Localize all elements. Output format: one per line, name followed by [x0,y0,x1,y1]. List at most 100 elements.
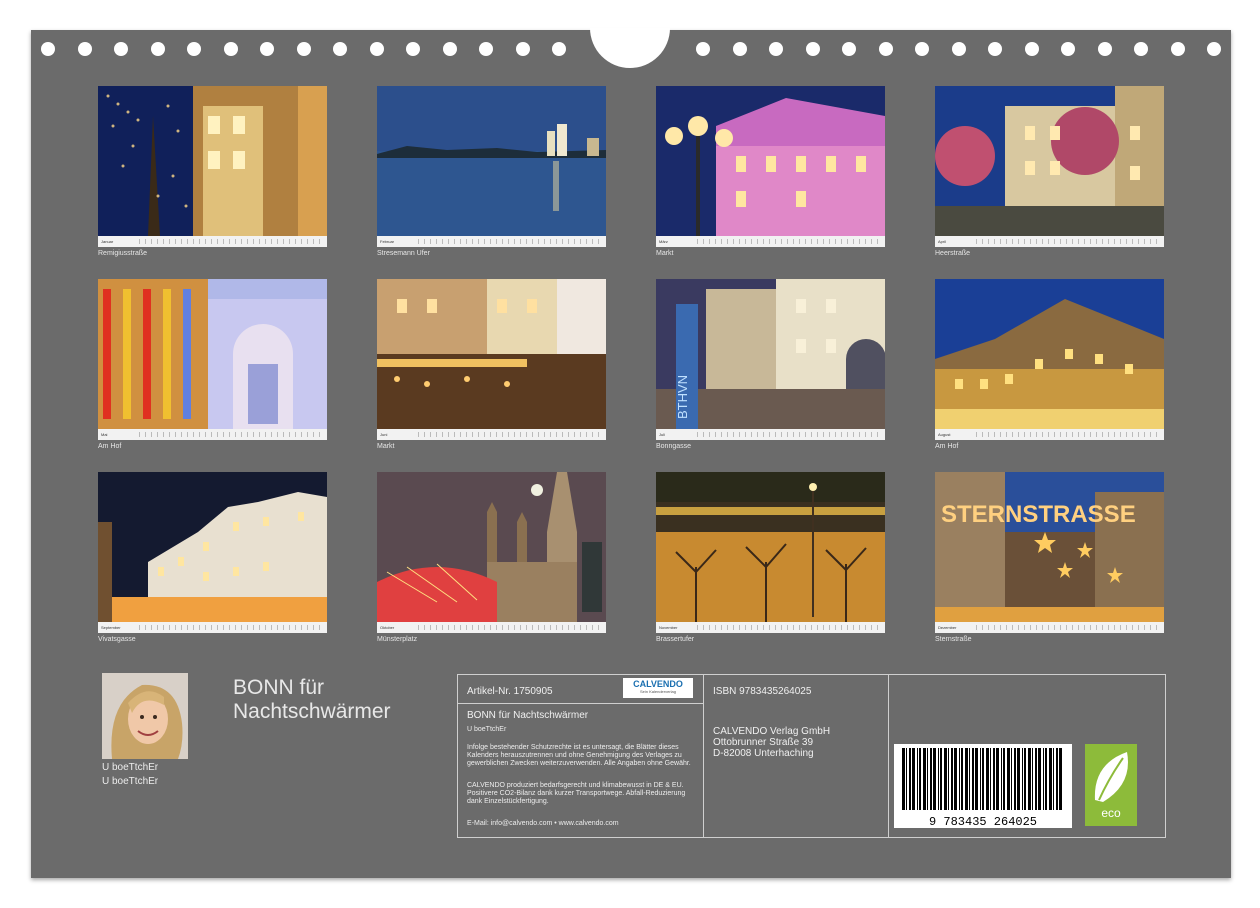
sternstrasse-sign: STERNSTRASSE [941,501,1136,528]
month-label: April [938,239,947,244]
title-line-2: Nachtschwärmer [233,700,391,723]
contact-line: E-Mail: info@calvendo.com • www.calvendo… [467,820,619,827]
barcode: 9 783435 264025 [894,744,1072,829]
caption-march: Markt [656,250,674,257]
binding-hole [41,42,55,56]
binding-hole [260,42,274,56]
calendar-strip: Oktober [377,622,606,633]
photo-stresemann-ufer [377,86,606,236]
calendar-strip: Juni [377,429,606,440]
month-label: Mai [101,432,108,437]
calendar-strip: November [656,622,885,633]
barcode-digits: 9 783435 264025 [928,815,1038,829]
calendar-strip: Juli [656,429,885,440]
month-label: August [938,432,951,437]
binding-hole [552,42,566,56]
binding-hole [369,42,384,56]
calendar-strip: Mai [98,429,327,440]
photo-remigiusstrasse [98,86,327,236]
publisher-city: D-82008 Unterhaching [713,748,814,759]
binding-hole [515,42,530,56]
author-name-secondary: U boeTtchEr [102,776,159,787]
binding-hole [805,42,820,56]
month-label: Juni [380,432,388,437]
thumb-march: März [656,86,885,247]
binding-hole [1024,42,1039,56]
month-label: Januar [101,239,114,244]
binding-hole [915,42,929,56]
caption-june: Markt [377,443,395,450]
calendar-strip: Februar [377,236,606,247]
legal-notice: Infolge bestehender Schutzrechte ist es … [467,744,691,767]
binding-hole [951,42,966,56]
thumb-december: STERNSTRASSE Dezember [935,472,1164,633]
thumb-july: BTHVN Juli [656,279,885,440]
binding-hole [150,42,165,56]
binding-hole [732,42,747,56]
binding-hole [1134,42,1148,56]
author-portrait [102,673,188,759]
binding-hole [406,42,420,56]
photo-vivatsgasse [98,472,327,622]
binding-hole [1061,42,1075,56]
caption-may: Am Hof [98,443,122,450]
month-label: Dezember [938,625,957,630]
photo-markt-rathaus [656,86,885,236]
calvendo-logo: CALVENDO Sein Kalenderverlag [623,678,693,698]
binding-hole [296,42,311,56]
caption-december: Sternstraße [935,636,972,643]
photo-sternstrasse: STERNSTRASSE [935,472,1164,622]
title-line-1: BONN für [233,676,325,699]
thumb-november: November [656,472,885,633]
caption-february: Stresemann Ufer [377,250,430,257]
binding-hole [769,42,783,56]
thumb-february: Februar [377,86,606,247]
month-label: Oktober [380,625,395,630]
binding-hole [878,42,893,56]
photo-muensterplatz [377,472,606,622]
product-title: BONN für Nachtschwärmer [467,710,589,721]
thumb-june: Juni [377,279,606,440]
eco-badge: eco [1085,744,1137,826]
climate-notice: CALVENDO produziert bedarfsgerecht und k… [467,782,686,805]
binding-hole [187,42,201,56]
photo-am-hof-evening [935,279,1164,429]
binding-hole [77,42,92,56]
eco-label: eco [1101,806,1121,820]
month-label: November [659,625,678,630]
binding-hole [442,42,457,56]
caption-january: Remigiusstraße [98,250,148,257]
thumb-may: Mai [98,279,327,440]
binding-hole [842,42,856,56]
publisher-street: Ottobrunner Straße 39 [713,737,814,748]
binding-hole [114,42,128,56]
binding-hole [1207,42,1221,56]
month-label: Juli [659,432,666,437]
article-number: Artikel-Nr. 1750905 [467,686,553,697]
product-info-panel: Artikel-Nr. 1750905 CALVENDO Sein Kalend… [457,674,1166,838]
binding-hole [333,42,347,56]
caption-november: Brassertufer [656,636,695,643]
binding-hole [479,42,493,56]
binding-hole [1097,42,1112,56]
caption-october: Münsterplatz [377,636,418,643]
calendar-strip: August [935,429,1164,440]
calendar-strip: Dezember [935,622,1164,633]
thumb-october: Oktober [377,472,606,633]
calendar-strip: Januar [98,236,327,247]
author-name: U boeTtchEr [102,762,159,773]
product-author: U boeTtchEr [467,726,507,733]
caption-july: Bonngasse [656,443,692,450]
calendar-strip: September [98,622,327,633]
photo-brassertufer [656,472,885,622]
photo-bonngasse: BTHVN [656,279,885,429]
calendar-back-cover: Januar Remigiusstraße Februar Stresemann… [31,28,1231,878]
barcode-bars [902,748,1062,810]
calendar-strip: März [656,236,885,247]
photo-markt-cafes [377,279,606,429]
month-label: März [659,239,668,244]
binding-hole [223,42,238,56]
binding-hole [988,42,1002,56]
photo-am-hof [98,279,327,429]
thumb-september: September [98,472,327,633]
